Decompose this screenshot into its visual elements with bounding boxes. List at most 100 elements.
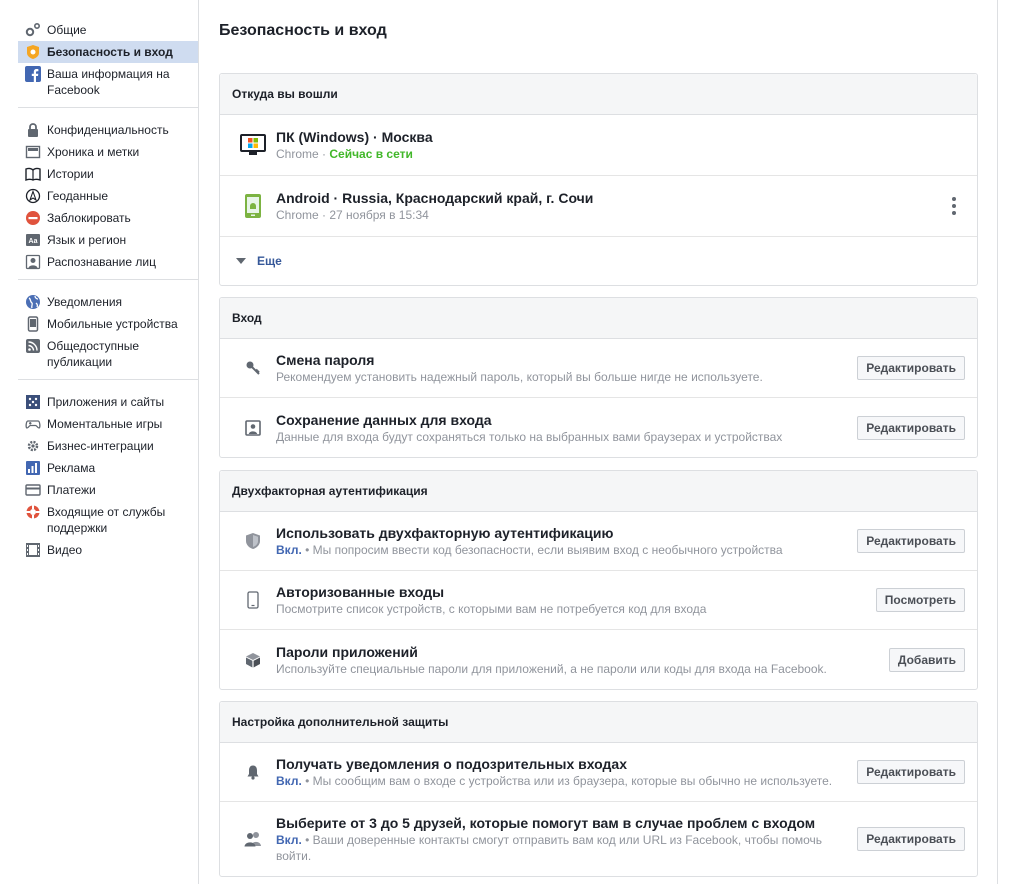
sidebar-item-timeline[interactable]: Хроника и метки	[18, 141, 198, 163]
session-row[interactable]: ПК (Windows) · Москва Chrome · Сейчас в …	[220, 115, 977, 176]
sidebar-item-label: Геоданные	[47, 189, 109, 203]
row-description: • Мы попросим ввести код безопасности, е…	[301, 543, 783, 557]
use-2fa-row[interactable]: Использовать двухфакторную аутентификаци…	[220, 512, 977, 571]
block-icon	[25, 210, 41, 226]
sidebar-item-label: Конфиденциальность	[47, 123, 169, 137]
sidebar-item-payments[interactable]: Платежи	[18, 479, 198, 501]
extra-security-panel: Настройка дополнительной защиты Получать…	[219, 701, 978, 877]
sidebar-item-label: Безопасность и вход	[47, 45, 173, 59]
gamepad-icon	[25, 416, 41, 432]
sidebar-item-notifications[interactable]: Уведомления	[18, 291, 198, 313]
session-browser: Chrome	[276, 147, 319, 161]
svg-text:Aa: Aa	[29, 238, 38, 245]
sidebar-item-support-inbox[interactable]: Входящие от службы поддержки	[18, 501, 198, 539]
view-button[interactable]: Посмотреть	[875, 588, 965, 612]
session-device: ПК (Windows) · Москва	[276, 129, 433, 145]
sidebar-item-label: Моментальные игры	[47, 417, 163, 431]
caret-down-icon	[236, 258, 246, 264]
sidebar-item-language[interactable]: Aa Язык и регион	[18, 229, 198, 251]
session-separator: ·	[318, 208, 330, 222]
sidebar-item-face-recognition[interactable]: Распознавание лиц	[18, 251, 198, 273]
cube-icon	[240, 647, 266, 673]
session-row[interactable]: Android · Russia, Краснодарский край, г.…	[220, 176, 977, 237]
location-icon	[25, 188, 41, 204]
add-button[interactable]: Добавить	[888, 647, 965, 672]
sidebar-item-video[interactable]: Видео	[18, 539, 198, 561]
sidebar-item-location[interactable]: Геоданные	[18, 185, 198, 207]
sidebar-item-label: Хроника и метки	[47, 145, 140, 159]
authorized-logins-row[interactable]: Авторизованные входы Посмотрите список у…	[220, 571, 977, 630]
two-factor-panel: Двухфакторная аутентификация Использоват…	[219, 470, 978, 690]
sidebar-item-label: Платежи	[47, 483, 96, 497]
face-recognition-icon	[25, 254, 41, 270]
payment-card-icon	[25, 482, 41, 498]
sidebar-item-stories[interactable]: Истории	[18, 163, 198, 185]
sidebar-item-your-info[interactable]: Ваша информация на Facebook	[18, 63, 198, 101]
session-options-icon[interactable]	[951, 197, 957, 215]
sidebar-item-privacy[interactable]: Конфиденциальность	[18, 119, 198, 141]
session-device: Android · Russia, Краснодарский край, г.…	[276, 190, 594, 206]
session-separator: ·	[318, 147, 330, 161]
sidebar-item-mobile[interactable]: Мобильные устройства	[18, 313, 198, 335]
settings-sidebar: Общие Безопасность и вход Ваша информаци…	[18, 19, 198, 567]
sidebar-item-label: Входящие от службы поддержки	[47, 505, 166, 535]
sidebar-item-instant-games[interactable]: Моментальные игры	[18, 413, 198, 435]
shield-icon	[240, 528, 266, 554]
friends-icon	[240, 826, 266, 852]
edit-button[interactable]: Редактировать	[857, 356, 965, 380]
row-title: Выберите от 3 до 5 друзей, которые помог…	[276, 815, 816, 831]
status-on-label: Вкл.	[276, 543, 302, 557]
edit-button[interactable]: Редактировать	[857, 760, 965, 784]
sidebar-item-label: Мобильные устройства	[47, 317, 178, 331]
book-icon	[25, 166, 41, 182]
row-description: Посмотрите список устройств, с которыми …	[276, 602, 707, 616]
login-alerts-row[interactable]: Получать уведомления о подозрительных вх…	[220, 743, 977, 802]
sidebar-item-apps[interactable]: Приложения и сайты	[18, 391, 198, 413]
see-more-label: Еще	[257, 254, 282, 268]
sidebar-item-ads[interactable]: Реклама	[18, 457, 198, 479]
timeline-icon	[25, 144, 41, 160]
sidebar-item-security[interactable]: Безопасность и вход	[18, 41, 198, 63]
where-logged-in-panel: Откуда вы вошли ПК (Windows) · Москва Ch…	[219, 73, 978, 286]
key-icon	[240, 355, 266, 381]
globe-icon	[25, 294, 41, 310]
session-browser: Chrome	[276, 208, 319, 222]
apps-icon	[25, 394, 41, 410]
ads-icon	[25, 460, 41, 476]
sidebar-item-business[interactable]: Бизнес-интеграции	[18, 435, 198, 457]
rss-icon	[25, 338, 41, 354]
facebook-icon	[25, 66, 41, 82]
sidebar-item-label: Общие	[47, 23, 87, 37]
film-icon	[25, 542, 41, 558]
app-passwords-row[interactable]: Пароли приложений Используйте специальны…	[220, 630, 977, 689]
row-description: • Мы сообщим вам о входе с устройства ил…	[301, 774, 833, 788]
sidebar-item-label: Уведомления	[47, 295, 123, 309]
session-last-active: 27 ноября в 15:34	[329, 208, 429, 222]
sidebar-group-apps: Приложения и сайты Моментальные игры Биз…	[18, 379, 198, 567]
edit-button[interactable]: Редактировать	[857, 529, 965, 553]
save-login-row[interactable]: Сохранение данных для входа Данные для в…	[220, 398, 977, 457]
edit-button[interactable]: Редактировать	[857, 415, 965, 440]
content-right-border	[997, 0, 998, 884]
row-title: Авторизованные входы	[276, 584, 445, 600]
lock-icon	[25, 122, 41, 138]
edit-button[interactable]: Редактировать	[857, 827, 965, 851]
row-description: Используйте специальные пароли для прило…	[276, 661, 827, 676]
sidebar-item-public-posts[interactable]: Общедоступные публикации	[18, 335, 198, 373]
panel-header: Двухфакторная аутентификация	[220, 471, 977, 512]
sidebar-item-general[interactable]: Общие	[18, 19, 198, 41]
session-online-status: Сейчас в сети	[329, 147, 413, 161]
sidebar-group-notifications: Уведомления Мобильные устройства Общедос…	[18, 279, 198, 379]
trusted-contacts-row[interactable]: Выберите от 3 до 5 друзей, которые помог…	[220, 802, 977, 876]
sidebar-item-label: Общедоступные публикации	[47, 339, 140, 369]
page-title: Безопасность и вход	[219, 22, 387, 39]
change-password-row[interactable]: Смена пароля Рекомендуем установить наде…	[220, 339, 977, 398]
status-on-label: Вкл.	[276, 833, 302, 847]
sidebar-item-label: Бизнес-интеграции	[47, 439, 154, 453]
sidebar-divider	[198, 0, 199, 884]
see-more-link[interactable]: Еще	[220, 237, 977, 285]
sidebar-item-block[interactable]: Заблокировать	[18, 207, 198, 229]
panel-header: Откуда вы вошли	[220, 74, 977, 115]
sidebar-item-label: Видео	[47, 543, 83, 557]
row-description: • Ваши доверенные контакты смогут отправ…	[276, 833, 823, 863]
